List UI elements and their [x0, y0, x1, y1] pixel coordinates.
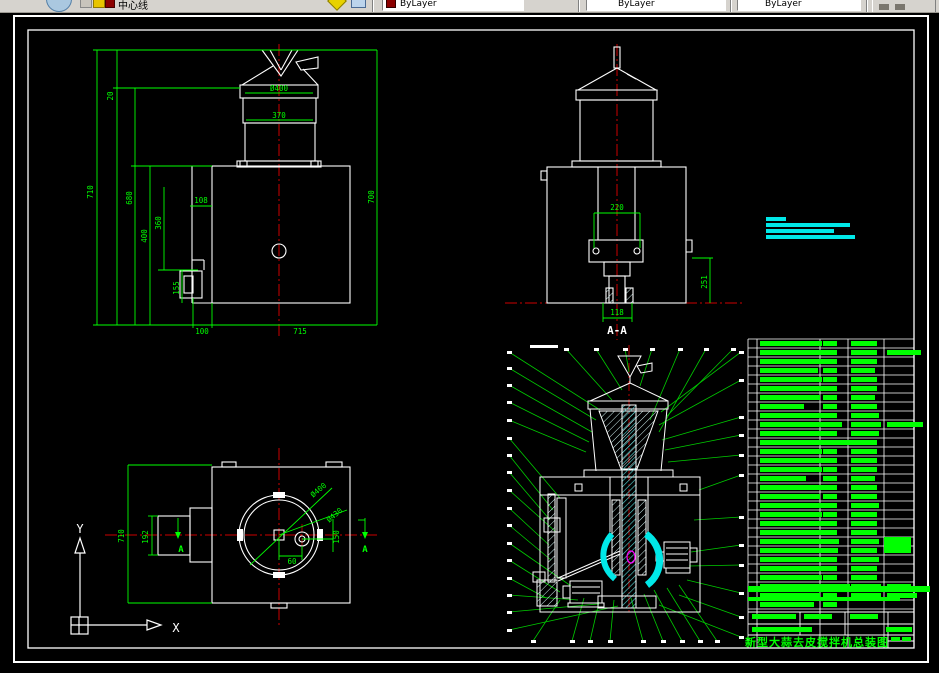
svg-text:A: A — [362, 545, 368, 555]
svg-text:20: 20 — [106, 91, 115, 101]
dimension-text: 710 20 680 400 360 155 108 700 Ø400 370 … — [86, 84, 376, 336]
side-view: 220 251 118 A-A — [505, 44, 745, 340]
svg-text:220: 220 — [610, 203, 624, 212]
svg-text:108: 108 — [194, 196, 208, 205]
svg-text:700: 700 — [367, 190, 376, 204]
dimension-lines — [93, 49, 378, 328]
section-label: A-A — [607, 324, 627, 337]
svg-text:680: 680 — [125, 191, 134, 205]
top-view: 710 192 Ø400 Ø430 150 60 A A Y X — [70, 448, 378, 635]
section-view — [507, 345, 744, 643]
svg-text:400: 400 — [140, 229, 149, 243]
svg-text:715: 715 — [293, 327, 307, 336]
application-window: 中心线 ByLayer ByLayer ByLayer 710 20 680 4… — [0, 0, 939, 673]
front-view: 710 20 680 400 360 155 108 700 Ø400 370 … — [86, 44, 378, 338]
drawing-title: 新型大蒜去皮搅拌机总装图 — [745, 635, 889, 649]
svg-text:118: 118 — [610, 308, 624, 317]
svg-text:155: 155 — [172, 281, 181, 295]
svg-text:150: 150 — [332, 530, 341, 544]
bom-table — [747, 338, 930, 649]
svg-text:710: 710 — [86, 185, 95, 199]
tech-notes — [766, 217, 855, 239]
drawing-canvas[interactable]: 710 20 680 400 360 155 108 700 Ø400 370 … — [0, 0, 939, 673]
svg-text:710: 710 — [117, 529, 126, 543]
title-block: 新型大蒜去皮搅拌机总装图 — [745, 635, 889, 649]
svg-text:100: 100 — [195, 327, 209, 336]
svg-text:Y: Y — [76, 522, 84, 536]
svg-text:Ø400: Ø400 — [270, 84, 289, 93]
svg-text:360: 360 — [154, 216, 163, 230]
duct-right — [643, 531, 664, 588]
svg-text:Ø430: Ø430 — [325, 506, 345, 525]
svg-text:A: A — [178, 545, 184, 555]
svg-text:192: 192 — [141, 530, 150, 544]
svg-text:X: X — [172, 621, 180, 635]
svg-text:251: 251 — [700, 275, 709, 289]
svg-text:60: 60 — [287, 557, 297, 566]
svg-text:Ø400: Ø400 — [309, 481, 329, 500]
svg-text:370: 370 — [272, 111, 286, 120]
